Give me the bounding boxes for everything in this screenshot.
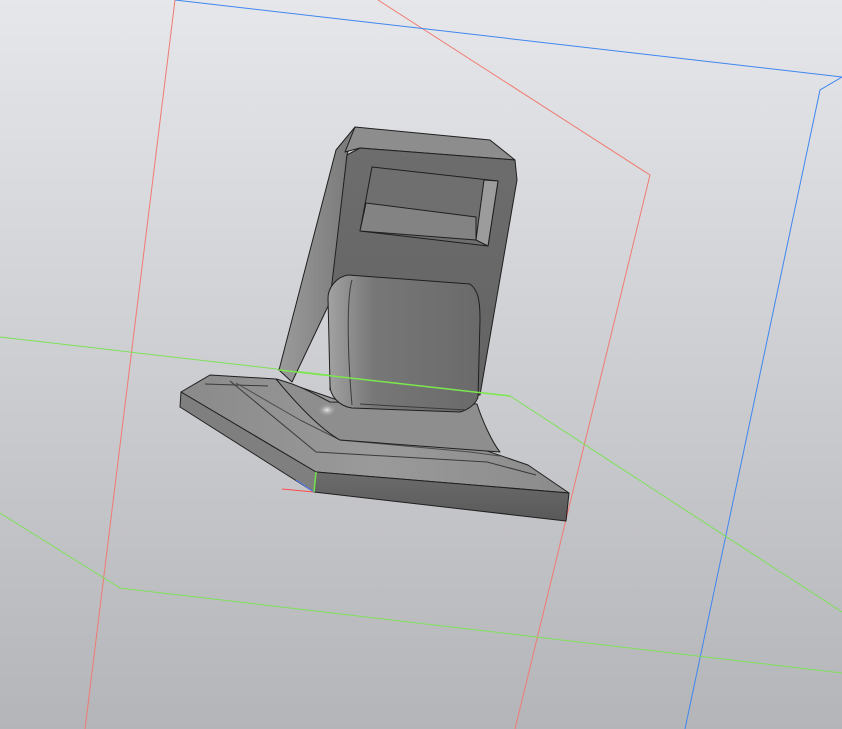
fillet-highlight — [317, 403, 337, 417]
viewport-canvas[interactable] — [0, 0, 842, 729]
3d-viewport[interactable] — [0, 0, 842, 729]
